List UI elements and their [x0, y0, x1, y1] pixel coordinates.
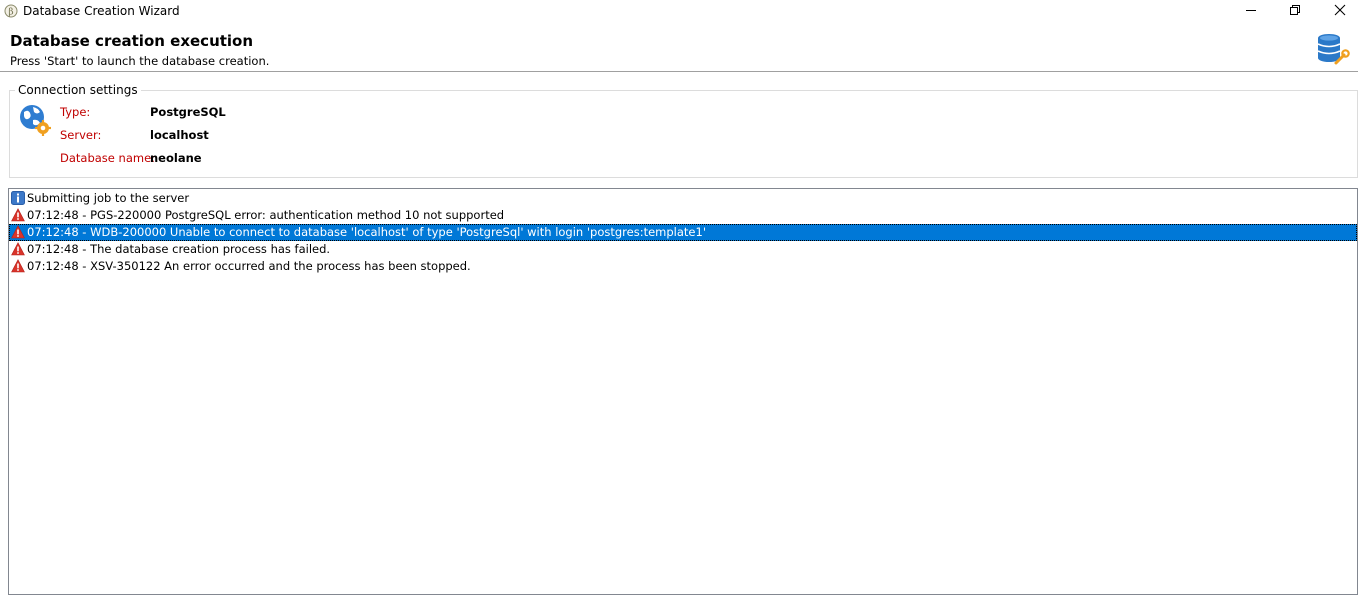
- log-row-selected[interactable]: 07:12:48 - WDB-200000 Unable to connect …: [9, 224, 1357, 241]
- close-button[interactable]: [1318, 0, 1358, 22]
- type-value: PostgreSQL: [150, 105, 226, 119]
- restore-button[interactable]: [1272, 0, 1318, 22]
- window-title: Database Creation Wizard: [23, 4, 180, 18]
- globe-gear-icon: [20, 105, 51, 136]
- log-row[interactable]: 07:12:48 - PGS-220000 PostgreSQL error: …: [9, 207, 1357, 224]
- server-label: Server:: [60, 128, 102, 142]
- server-value: localhost: [150, 128, 209, 142]
- log-row-text: 07:12:48 - The database creation process…: [27, 242, 331, 256]
- minimize-button[interactable]: [1228, 0, 1274, 22]
- wizard-header: Database creation execution Press 'Start…: [0, 22, 1358, 72]
- warning-icon: [11, 208, 25, 222]
- log-row[interactable]: 07:12:48 - XSV-350122 An error occurred …: [9, 258, 1357, 275]
- warning-icon: [11, 242, 25, 256]
- execution-log[interactable]: Submitting job to the server 07:12:48 - …: [8, 188, 1358, 595]
- log-row[interactable]: Submitting job to the server: [9, 190, 1357, 207]
- database-name-value: neolane: [150, 151, 202, 165]
- warning-icon: [11, 259, 25, 273]
- close-icon: [1334, 4, 1346, 16]
- log-row-text: 07:12:48 - WDB-200000 Unable to connect …: [27, 225, 706, 239]
- log-row-text: 07:12:48 - PGS-220000 PostgreSQL error: …: [27, 208, 505, 222]
- database-wrench-icon: [1317, 34, 1350, 65]
- log-row[interactable]: 07:12:48 - The database creation process…: [9, 241, 1357, 258]
- minimize-icon: [1246, 10, 1256, 11]
- info-icon: [11, 191, 25, 205]
- title-bar: β Database Creation Wizard: [0, 0, 1358, 22]
- svg-text:β: β: [8, 8, 13, 18]
- log-row-text: 07:12:48 - XSV-350122 An error occurred …: [27, 259, 471, 273]
- log-row-text: Submitting job to the server: [27, 191, 190, 205]
- connection-settings-group: Connection settings Type: PostgreSQL Ser…: [9, 83, 1358, 178]
- type-label: Type:: [60, 105, 91, 119]
- group-legend: Connection settings: [15, 83, 141, 97]
- database-name-label: Database name:: [60, 151, 156, 165]
- restore-icon: [1290, 5, 1300, 15]
- warning-icon: [11, 225, 25, 239]
- app-icon: β: [4, 4, 18, 18]
- page-subtitle: Press 'Start' to launch the database cre…: [10, 54, 270, 68]
- page-title: Database creation execution: [10, 32, 254, 50]
